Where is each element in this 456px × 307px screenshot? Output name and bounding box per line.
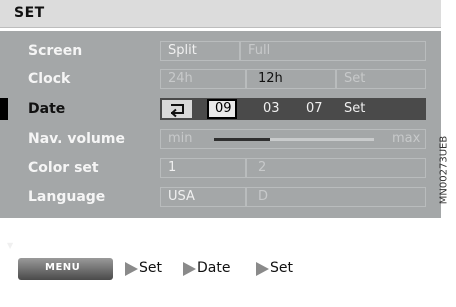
step-arrow-icon bbox=[256, 262, 269, 276]
title-bar: SET bbox=[0, 0, 441, 28]
volume-min-label: min bbox=[168, 131, 193, 146]
step-label: Set bbox=[139, 260, 162, 276]
row-date[interactable]: Date 09 03 07 Set bbox=[0, 98, 441, 120]
option-cell bbox=[246, 158, 426, 178]
menu-title: SET bbox=[14, 5, 45, 21]
scroll-down-icon[interactable]: ▼ bbox=[7, 241, 13, 250]
figure-code: MN00273UEB bbox=[432, 40, 456, 300]
row-label: Color set bbox=[28, 160, 99, 176]
option-full[interactable]: Full bbox=[248, 43, 270, 58]
row-clock[interactable]: Clock 24h 12h Set bbox=[0, 68, 441, 90]
date-set-option[interactable]: Set bbox=[344, 101, 365, 116]
row-screen[interactable]: Screen Split Full bbox=[0, 40, 441, 62]
menu-button-label: MENU bbox=[45, 262, 81, 273]
volume-slider-fill bbox=[214, 138, 270, 141]
return-arrow-icon[interactable] bbox=[162, 100, 192, 118]
row-label: Nav. volume bbox=[28, 131, 125, 147]
row-color-set[interactable]: Color set 1 2 bbox=[0, 157, 441, 179]
row-label: Language bbox=[28, 189, 106, 205]
step-label: Date bbox=[197, 260, 231, 276]
option-set[interactable]: Set bbox=[344, 71, 365, 86]
set-menu-illustration: SET Screen Split Full Clock 24h 12h Set … bbox=[0, 0, 441, 307]
option-24h[interactable]: 24h bbox=[168, 71, 193, 86]
settings-screen: Screen Split Full Clock 24h 12h Set Date bbox=[0, 31, 441, 250]
row-nav-volume[interactable]: Nav. volume min max bbox=[0, 128, 441, 150]
row-label: Screen bbox=[28, 43, 83, 59]
row-label: Date bbox=[28, 101, 66, 117]
option-split[interactable]: Split bbox=[168, 43, 197, 58]
menu-button[interactable]: MENU bbox=[18, 258, 113, 280]
figure-code-text: MN00273UEB bbox=[438, 135, 450, 205]
step-arrow-icon bbox=[183, 262, 196, 276]
step-label: Set bbox=[270, 260, 293, 276]
volume-max-label: max bbox=[392, 131, 421, 146]
month-value[interactable]: 03 bbox=[263, 101, 280, 116]
date-entry-bar: 09 03 07 Set bbox=[160, 98, 426, 120]
option-color-2[interactable]: 2 bbox=[258, 160, 266, 175]
day-value: 09 bbox=[215, 101, 232, 116]
row-label: Clock bbox=[28, 71, 71, 87]
option-cell bbox=[246, 187, 426, 207]
row-language[interactable]: Language USA D bbox=[0, 186, 441, 208]
option-language-usa[interactable]: USA bbox=[168, 189, 195, 204]
selection-marker bbox=[0, 98, 8, 120]
option-12h[interactable]: 12h bbox=[258, 71, 283, 86]
volume-slider[interactable] bbox=[214, 138, 374, 141]
option-color-1[interactable]: 1 bbox=[168, 160, 176, 175]
option-language-d[interactable]: D bbox=[258, 189, 268, 204]
year-value[interactable]: 07 bbox=[306, 101, 323, 116]
step-arrow-icon bbox=[125, 262, 138, 276]
